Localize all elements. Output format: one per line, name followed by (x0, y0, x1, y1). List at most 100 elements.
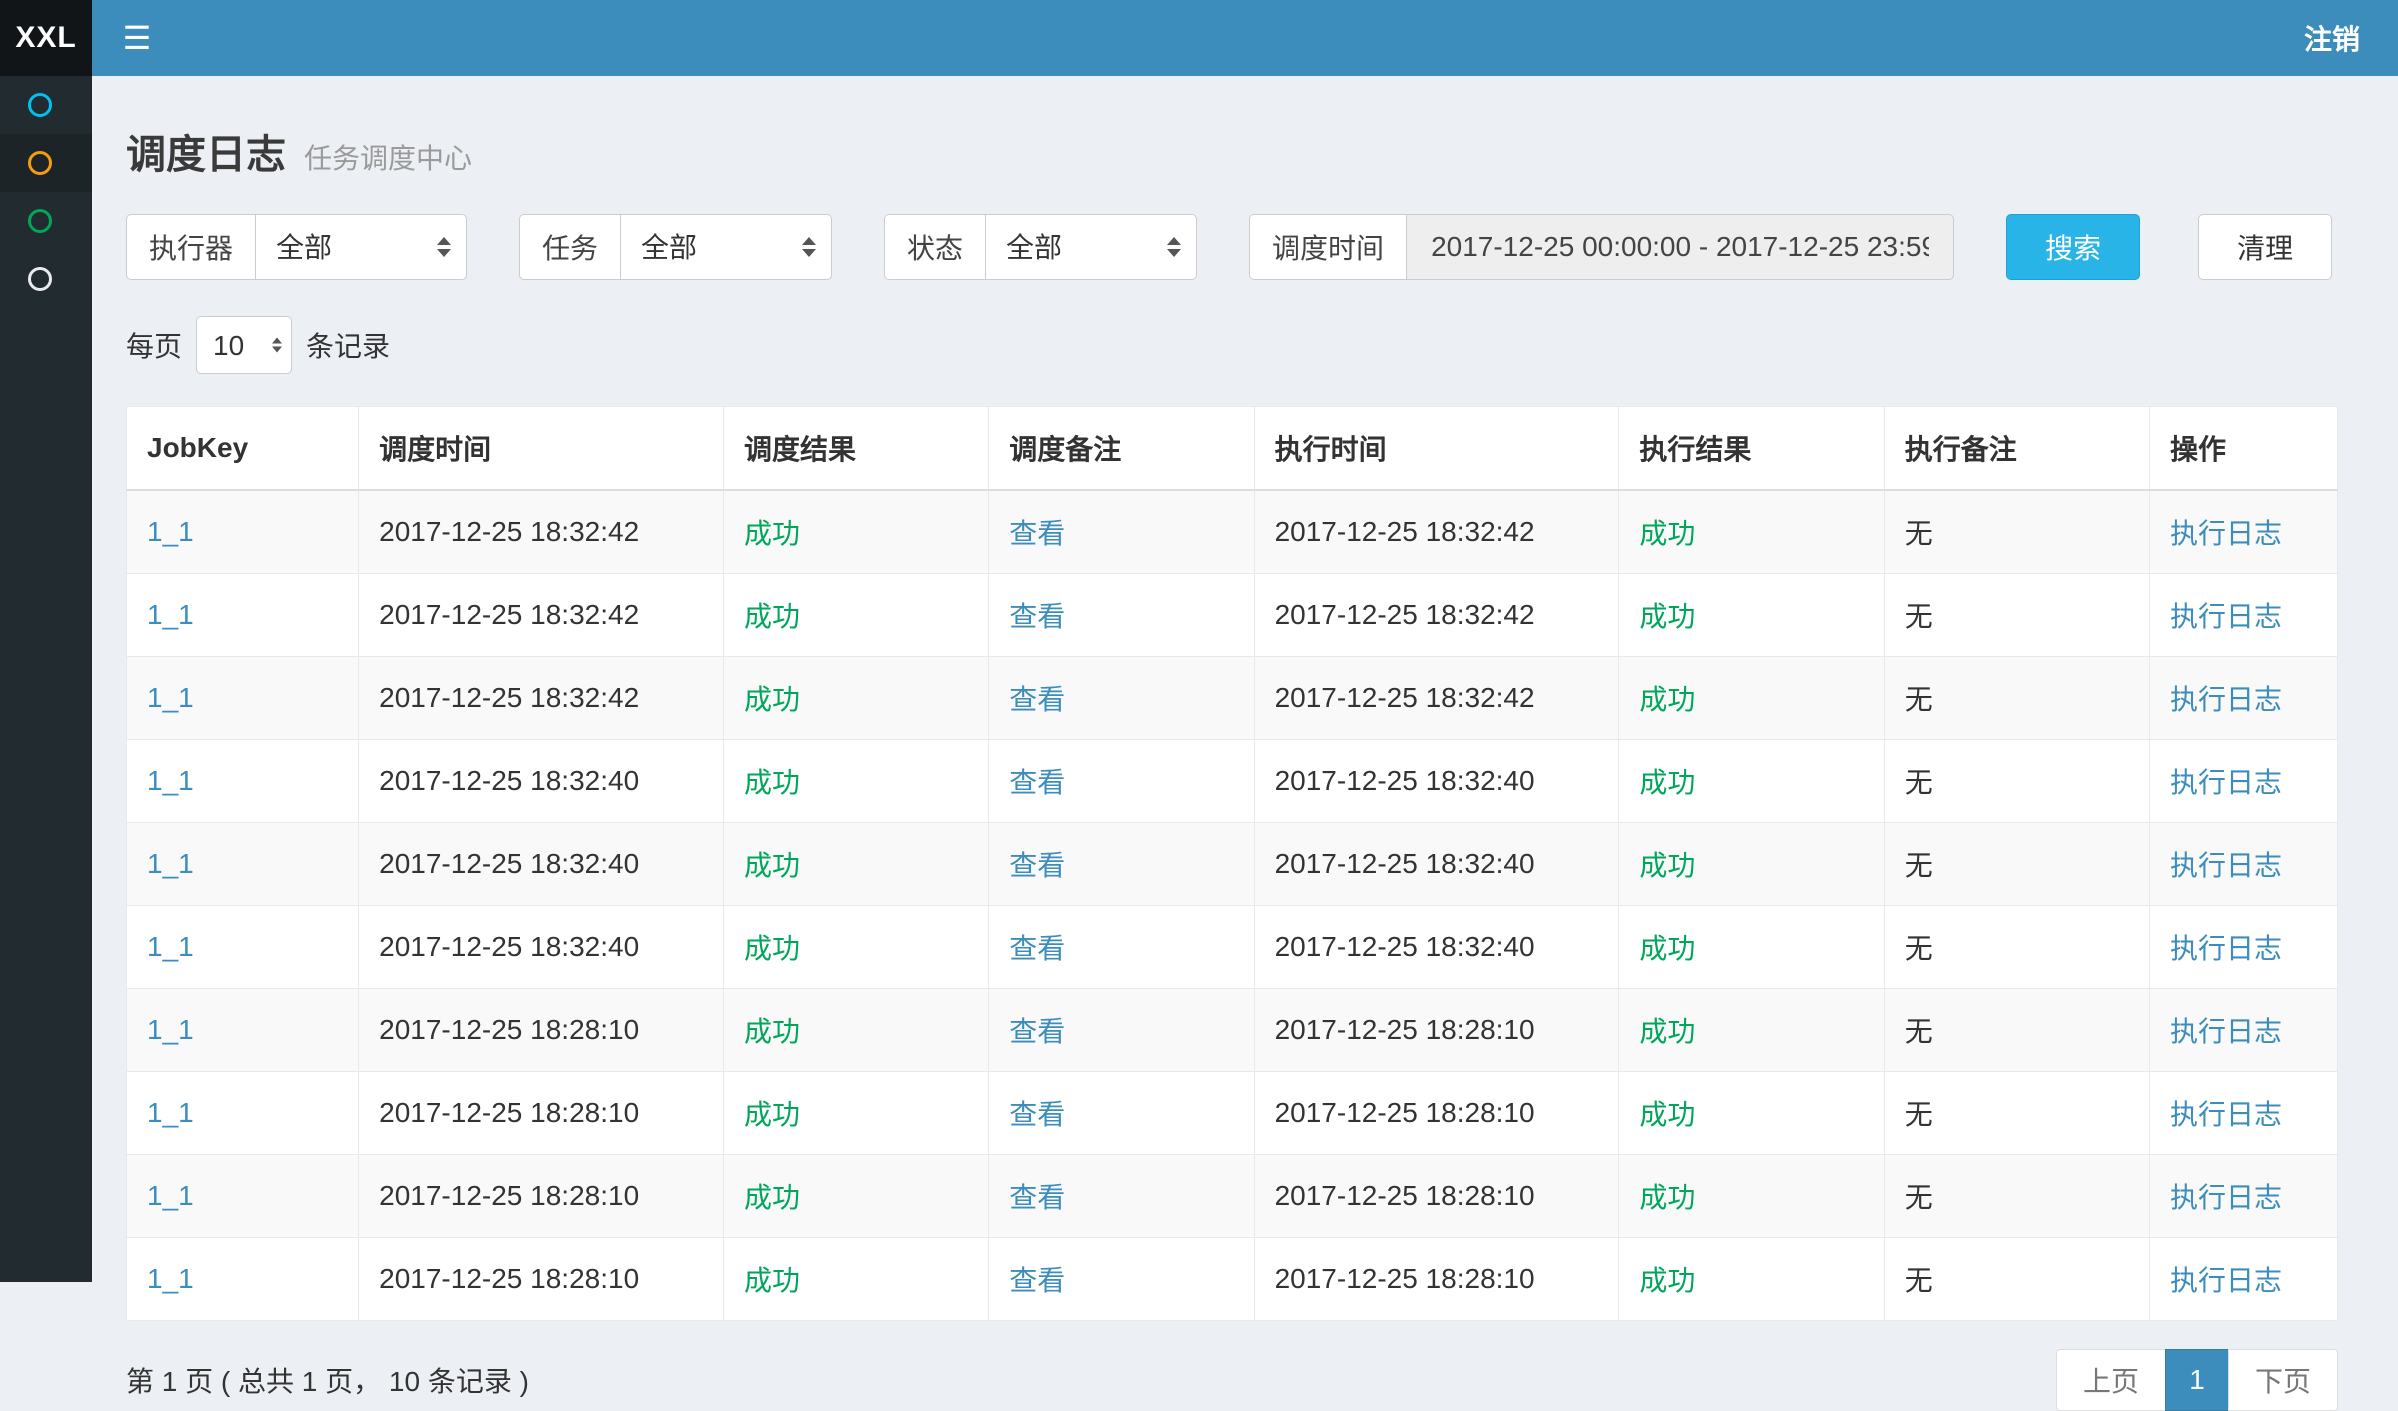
jobkey-link[interactable]: 1_1 (147, 599, 194, 630)
jobkey-cell: 1_1 (127, 1155, 359, 1238)
table-footer: 第 1 页 ( 总共 1 页， 10 条记录 ) 上页 1 下页 (126, 1349, 2338, 1411)
handle-result-cell: 成功 (1619, 1155, 1884, 1238)
view-trigger-msg-link[interactable]: 查看 (1009, 767, 1065, 798)
view-trigger-msg-link[interactable]: 查看 (1009, 601, 1065, 632)
handle-msg-cell: 无 (1884, 657, 2149, 740)
clear-button[interactable]: 清理 (2198, 214, 2332, 280)
jobkey-link[interactable]: 1_1 (147, 516, 194, 547)
handle-time-cell: 2017-12-25 18:32:40 (1254, 906, 1619, 989)
trigger-result-cell: 成功 (723, 906, 988, 989)
trigger-result-text: 成功 (744, 767, 800, 798)
handle-time-cell: 2017-12-25 18:32:40 (1254, 823, 1619, 906)
main-content: 调度日志 任务调度中心 执行器 全部 任务 全部 (92, 76, 2398, 1282)
trigger-result-cell: 成功 (723, 740, 988, 823)
handle-result-text: 成功 (1639, 767, 1695, 798)
column-header-action: 操作 (2150, 407, 2338, 491)
handle-result-cell: 成功 (1619, 906, 1884, 989)
trigger-result-cell: 成功 (723, 1072, 988, 1155)
action-cell: 执行日志 (2150, 989, 2338, 1072)
trigger-msg-cell: 查看 (989, 906, 1254, 989)
prev-page-button[interactable]: 上页 (2056, 1349, 2166, 1411)
handle-time-cell: 2017-12-25 18:28:10 (1254, 1238, 1619, 1321)
search-button[interactable]: 搜索 (2006, 214, 2140, 280)
trigger-result-text: 成功 (744, 601, 800, 632)
page-1-button[interactable]: 1 (2165, 1349, 2229, 1411)
trigger-time-cell: 2017-12-25 18:32:42 (359, 574, 724, 657)
sidebar-item-1[interactable] (0, 76, 92, 134)
sidebar-item-4[interactable] (0, 250, 92, 308)
table-row: 1_1 2017-12-25 18:32:40 成功 查看 2017-12-25… (127, 906, 2338, 989)
page-size-select[interactable]: 10 (196, 316, 292, 374)
jobkey-cell: 1_1 (127, 740, 359, 823)
view-trigger-msg-link[interactable]: 查看 (1009, 933, 1065, 964)
handle-result-text: 成功 (1639, 601, 1695, 632)
jobkey-cell: 1_1 (127, 657, 359, 740)
trigger-time-filter-label: 调度时间 (1249, 214, 1406, 280)
execution-log-link[interactable]: 执行日志 (2170, 850, 2282, 881)
circle-icon (28, 267, 52, 291)
executor-select[interactable]: 全部 (255, 214, 467, 280)
page-size-suffix-label: 条记录 (306, 325, 390, 365)
handle-msg-cell: 无 (1884, 1238, 2149, 1321)
view-trigger-msg-link[interactable]: 查看 (1009, 518, 1065, 549)
handle-result-text: 成功 (1639, 1265, 1695, 1296)
next-page-button[interactable]: 下页 (2228, 1349, 2338, 1411)
jobkey-link[interactable]: 1_1 (147, 1014, 194, 1045)
logout-link[interactable]: 注销 (2304, 18, 2360, 58)
execution-log-link[interactable]: 执行日志 (2170, 1265, 2282, 1296)
execution-log-link[interactable]: 执行日志 (2170, 1016, 2282, 1047)
handle-msg-cell: 无 (1884, 906, 2149, 989)
handle-time-cell: 2017-12-25 18:32:40 (1254, 740, 1619, 823)
column-header-trigger-time: 调度时间 (359, 407, 724, 491)
sidebar-item-2[interactable] (0, 134, 92, 192)
view-trigger-msg-link[interactable]: 查看 (1009, 1099, 1065, 1130)
jobkey-link[interactable]: 1_1 (147, 1263, 194, 1294)
trigger-msg-cell: 查看 (989, 1072, 1254, 1155)
view-trigger-msg-link[interactable]: 查看 (1009, 1016, 1065, 1047)
jobkey-link[interactable]: 1_1 (147, 765, 194, 796)
execution-log-link[interactable]: 执行日志 (2170, 1099, 2282, 1130)
job-select[interactable]: 全部 (620, 214, 832, 280)
execution-log-link[interactable]: 执行日志 (2170, 767, 2282, 798)
trigger-result-cell: 成功 (723, 1238, 988, 1321)
action-cell: 执行日志 (2150, 574, 2338, 657)
trigger-time-range-input[interactable] (1406, 214, 1954, 280)
view-trigger-msg-link[interactable]: 查看 (1009, 1182, 1065, 1213)
handle-msg-cell: 无 (1884, 740, 2149, 823)
action-cell: 执行日志 (2150, 906, 2338, 989)
column-header-handle-result: 执行结果 (1619, 407, 1884, 491)
jobkey-link[interactable]: 1_1 (147, 682, 194, 713)
trigger-result-cell: 成功 (723, 657, 988, 740)
execution-log-link[interactable]: 执行日志 (2170, 933, 2282, 964)
trigger-result-text: 成功 (744, 850, 800, 881)
jobkey-link[interactable]: 1_1 (147, 848, 194, 879)
handle-result-cell: 成功 (1619, 1238, 1884, 1321)
action-cell: 执行日志 (2150, 823, 2338, 906)
sidebar-toggle-button[interactable]: ☰ (92, 0, 182, 76)
view-trigger-msg-link[interactable]: 查看 (1009, 1265, 1065, 1296)
status-select[interactable]: 全部 (985, 214, 1197, 280)
execution-log-link[interactable]: 执行日志 (2170, 518, 2282, 549)
app-logo: XXL (0, 0, 92, 76)
trigger-result-cell: 成功 (723, 989, 988, 1072)
trigger-time-cell: 2017-12-25 18:32:40 (359, 740, 724, 823)
jobkey-link[interactable]: 1_1 (147, 1097, 194, 1128)
execution-log-link[interactable]: 执行日志 (2170, 601, 2282, 632)
trigger-time-cell: 2017-12-25 18:28:10 (359, 1238, 724, 1321)
jobkey-link[interactable]: 1_1 (147, 931, 194, 962)
column-header-trigger-result: 调度结果 (723, 407, 988, 491)
sidebar-item-3[interactable] (0, 192, 92, 250)
table-row: 1_1 2017-12-25 18:32:40 成功 查看 2017-12-25… (127, 823, 2338, 906)
view-trigger-msg-link[interactable]: 查看 (1009, 850, 1065, 881)
trigger-result-cell: 成功 (723, 1155, 988, 1238)
log-table-body: 1_1 2017-12-25 18:32:42 成功 查看 2017-12-25… (127, 490, 2338, 1321)
jobkey-link[interactable]: 1_1 (147, 1180, 194, 1211)
handle-result-cell: 成功 (1619, 490, 1884, 574)
trigger-time-cell: 2017-12-25 18:28:10 (359, 989, 724, 1072)
view-trigger-msg-link[interactable]: 查看 (1009, 684, 1065, 715)
handle-result-text: 成功 (1639, 1182, 1695, 1213)
execution-log-link[interactable]: 执行日志 (2170, 684, 2282, 715)
sidebar (0, 76, 92, 1282)
execution-log-link[interactable]: 执行日志 (2170, 1182, 2282, 1213)
page-size-prefix-label: 每页 (126, 325, 182, 365)
